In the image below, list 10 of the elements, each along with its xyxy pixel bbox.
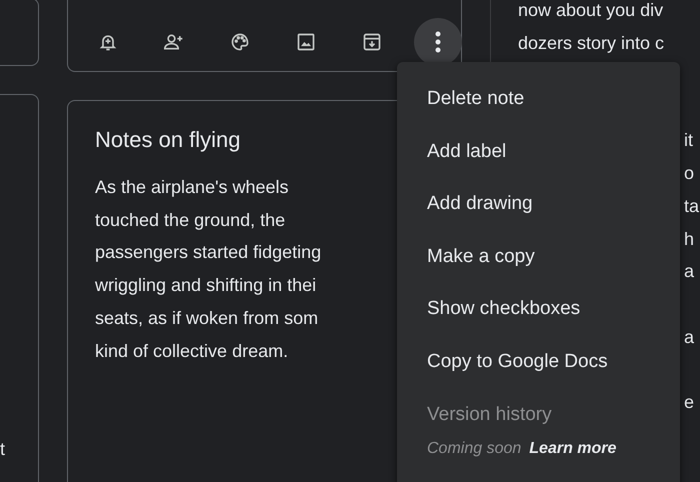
learn-more-link[interactable]: Learn more bbox=[529, 440, 616, 458]
note-card[interactable] bbox=[0, 0, 39, 66]
note-text: it o ta h a bbox=[684, 129, 700, 284]
note-title: Notes on flying bbox=[95, 126, 241, 154]
note-text: e bbox=[684, 391, 694, 414]
note-text: a bbox=[684, 326, 694, 349]
note-text: t bbox=[0, 439, 6, 460]
note-text: now about you div dozers story into c bbox=[518, 0, 664, 55]
note-card[interactable]: t bbox=[0, 94, 39, 482]
note-text: As the airplane's wheels touched the ground, the passengers started fidgeting wriggling and shifting in thei seats, as if woken from som kind of collective dream. bbox=[95, 176, 322, 363]
